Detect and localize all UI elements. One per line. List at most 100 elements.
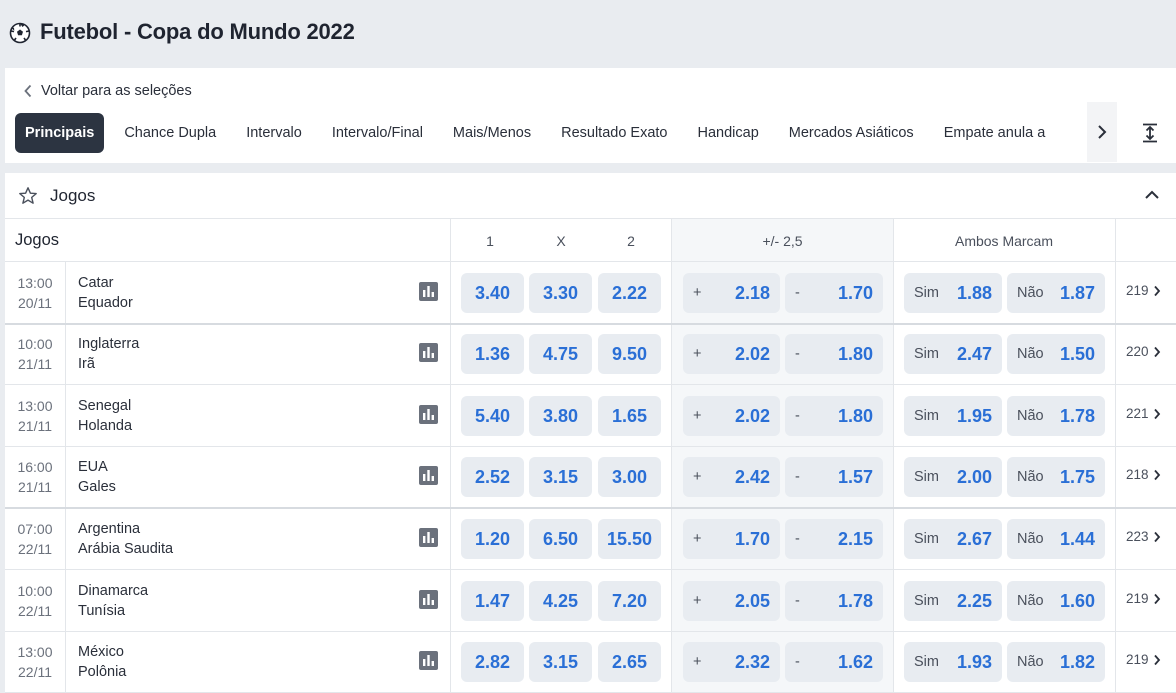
odd-under-button[interactable]: - 1.80 bbox=[785, 396, 883, 436]
stats-icon[interactable] bbox=[419, 651, 438, 670]
expand-vertical-icon[interactable] bbox=[1141, 123, 1159, 143]
odd-over-button[interactable]: +2.32 bbox=[683, 642, 780, 682]
odd-under-button[interactable]: - 2.15 bbox=[785, 519, 883, 559]
more-markets-link[interactable]: 221 bbox=[1126, 406, 1161, 421]
stats-icon[interactable] bbox=[419, 343, 438, 362]
match-row[interactable]: 10:00 21/11 Inglaterra Irã 1.36 4.75 9.50 +2.02… bbox=[5, 323, 1176, 385]
match-teams[interactable]: Argentina Arábia Saudita bbox=[78, 519, 173, 559]
match-row[interactable]: 13:00 22/11 México Polônia 2.82 3.15 2.65 +2.32… bbox=[5, 631, 1176, 693]
odd-under-button[interactable]: - 1.80 bbox=[785, 334, 883, 374]
stats-icon[interactable] bbox=[419, 282, 438, 301]
odd-under-button[interactable]: - 1.78 bbox=[785, 581, 883, 621]
odd-btts-yes-button[interactable]: Sim 2.67 bbox=[904, 519, 1002, 559]
match-row[interactable]: 07:00 22/11 Argentina Arábia Saudita 1.20 6.5… bbox=[5, 508, 1176, 570]
odd-home-button[interactable]: 1.20 bbox=[461, 519, 524, 559]
odd-draw-button[interactable]: 3.30 bbox=[529, 273, 592, 313]
match-teams[interactable]: Inglaterra Irã bbox=[78, 334, 139, 374]
odd-over-button[interactable]: +2.42 bbox=[683, 457, 780, 497]
tab-principais[interactable]: Principais bbox=[15, 113, 105, 153]
odd-away-button[interactable]: 15.50 bbox=[598, 519, 661, 559]
odd-home-button[interactable]: 5.40 bbox=[461, 396, 524, 436]
match-row[interactable]: 13:00 21/11 Senegal Holanda 5.40 3.80 1.65 +2.0… bbox=[5, 385, 1176, 447]
tab-intervalo-final[interactable]: Intervalo/Final bbox=[317, 113, 438, 153]
back-to-selections-link[interactable]: Voltar para as seleções bbox=[23, 82, 192, 100]
odd-btts-yes-button[interactable]: Sim 1.93 bbox=[904, 642, 1002, 682]
tab-chance-dupla[interactable]: Chance Dupla bbox=[109, 113, 231, 153]
tab-handicap[interactable]: Handicap bbox=[683, 113, 774, 153]
odd-under-button[interactable]: - 1.70 bbox=[785, 273, 883, 313]
tab-resultado-exato[interactable]: Resultado Exato bbox=[546, 113, 682, 153]
odd-over-button[interactable]: +2.02 bbox=[683, 334, 780, 374]
odd-away-button[interactable]: 1.65 bbox=[598, 396, 661, 436]
odd-btts-no-button[interactable]: Não 1.44 bbox=[1007, 519, 1105, 559]
tab-intervalo[interactable]: Intervalo bbox=[231, 113, 317, 153]
section-header[interactable]: Jogos bbox=[5, 173, 1176, 219]
match-teams[interactable]: Dinamarca Tunísia bbox=[78, 581, 148, 621]
tab-mais-menos[interactable]: Mais/Menos bbox=[438, 113, 546, 153]
match-teams[interactable]: Catar Equador bbox=[78, 273, 133, 313]
chevron-up-icon[interactable] bbox=[1144, 188, 1160, 202]
odd-away-button[interactable]: 7.20 bbox=[598, 581, 661, 621]
odd-btts-yes-button[interactable]: Sim 1.95 bbox=[904, 396, 1002, 436]
odd-over-button[interactable]: +1.70 bbox=[683, 519, 780, 559]
chevron-right-icon bbox=[1098, 125, 1107, 139]
over-label: + bbox=[693, 346, 702, 362]
stats-icon[interactable] bbox=[419, 528, 438, 547]
odd-draw-button[interactable]: 6.50 bbox=[529, 519, 592, 559]
away-team: Arábia Saudita bbox=[78, 541, 174, 557]
match-teams[interactable]: EUA Gales bbox=[78, 457, 116, 497]
odd-btts-no-button[interactable]: Não 1.82 bbox=[1007, 642, 1105, 682]
odd-away-button[interactable]: 2.65 bbox=[598, 642, 661, 682]
tab-mercados-asiaticos[interactable]: Mercados Asiáticos bbox=[774, 113, 929, 153]
match-row[interactable]: 10:00 22/11 Dinamarca Tunísia 1.47 4.25 7.20 +2… bbox=[5, 570, 1176, 632]
odd-draw-button[interactable]: 3.80 bbox=[529, 396, 592, 436]
star-icon[interactable] bbox=[18, 186, 38, 206]
odd-away-button[interactable]: 9.50 bbox=[598, 334, 661, 374]
more-markets-link[interactable]: 220 bbox=[1126, 344, 1161, 359]
odd-over-button[interactable]: +2.02 bbox=[683, 396, 780, 436]
match-teams[interactable]: México Polônia bbox=[78, 642, 126, 682]
odd-under-button[interactable]: - 1.62 bbox=[785, 642, 883, 682]
column-headers: Jogos 1 X 2 +/- 2,5 Ambos Marcam bbox=[5, 219, 1176, 262]
stats-icon[interactable] bbox=[419, 466, 438, 485]
odd-home-button[interactable]: 3.40 bbox=[461, 273, 524, 313]
odd-draw-button[interactable]: 3.15 bbox=[529, 457, 592, 497]
odd-draw-button[interactable]: 4.75 bbox=[529, 334, 592, 374]
more-markets-link[interactable]: 218 bbox=[1126, 467, 1161, 482]
odd-btts-no-button[interactable]: Não 1.87 bbox=[1007, 273, 1105, 313]
match-row[interactable]: 13:00 20/11 Catar Equador 3.40 3.30 2.22 +2.18-… bbox=[5, 262, 1176, 325]
more-markets-link[interactable]: 223 bbox=[1126, 529, 1161, 544]
odd-draw-button[interactable]: 3.15 bbox=[529, 642, 592, 682]
odd-btts-no-button[interactable]: Não 1.75 bbox=[1007, 457, 1105, 497]
odd-home-button[interactable]: 1.47 bbox=[461, 581, 524, 621]
more-markets-link[interactable]: 219 bbox=[1126, 283, 1161, 298]
odd-under-button[interactable]: - 1.57 bbox=[785, 457, 883, 497]
odd-over-button[interactable]: +2.18 bbox=[683, 273, 780, 313]
odd-btts-yes-button[interactable]: Sim 2.25 bbox=[904, 581, 1002, 621]
tab-empate-anula[interactable]: Empate anula a bbox=[929, 113, 1061, 153]
odd-away-button[interactable]: 3.00 bbox=[598, 457, 661, 497]
odd-btts-yes-button[interactable]: Sim 2.47 bbox=[904, 334, 1002, 374]
odd-draw-button[interactable]: 4.25 bbox=[529, 581, 592, 621]
odd-home-button[interactable]: 2.82 bbox=[461, 642, 524, 682]
no-label: Não bbox=[1017, 593, 1044, 609]
tabs-scroll-right-button[interactable] bbox=[1087, 102, 1117, 162]
match-date: 22/11 bbox=[18, 603, 52, 619]
stats-icon[interactable] bbox=[419, 590, 438, 609]
match-teams[interactable]: Senegal Holanda bbox=[78, 396, 132, 436]
odd-btts-no-button[interactable]: Não 1.60 bbox=[1007, 581, 1105, 621]
yes-label: Sim bbox=[914, 593, 939, 609]
no-odd: 1.75 bbox=[1059, 466, 1095, 487]
odd-btts-yes-button[interactable]: Sim 1.88 bbox=[904, 273, 1002, 313]
odd-btts-yes-button[interactable]: Sim 2.00 bbox=[904, 457, 1002, 497]
odd-home-button[interactable]: 2.52 bbox=[461, 457, 524, 497]
odd-away-button[interactable]: 2.22 bbox=[598, 273, 661, 313]
odd-over-button[interactable]: +2.05 bbox=[683, 581, 780, 621]
match-row[interactable]: 16:00 21/11 EUA Gales 2.52 3.15 3.00 +2.42-1.57… bbox=[5, 446, 1176, 509]
odd-btts-no-button[interactable]: Não 1.50 bbox=[1007, 334, 1105, 374]
more-markets-link[interactable]: 219 bbox=[1126, 591, 1161, 606]
more-markets-link[interactable]: 219 bbox=[1126, 652, 1161, 667]
odd-home-button[interactable]: 1.36 bbox=[461, 334, 524, 374]
odd-btts-no-button[interactable]: Não 1.78 bbox=[1007, 396, 1105, 436]
stats-icon[interactable] bbox=[419, 405, 438, 424]
